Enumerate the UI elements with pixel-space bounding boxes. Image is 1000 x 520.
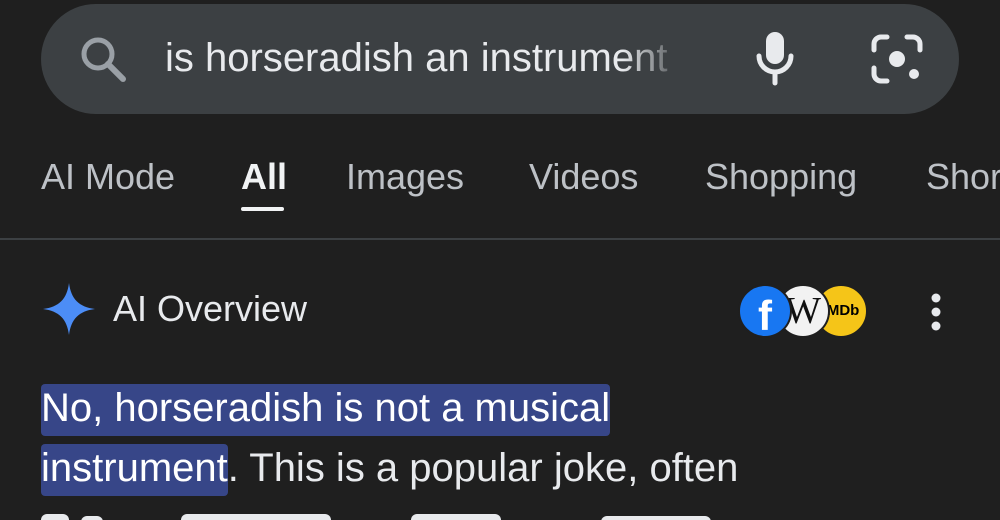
search-input[interactable]: is horseradish an instrument (165, 30, 685, 86)
tab-ai-mode[interactable]: AI Mode (41, 152, 175, 202)
ai-overview-answer: No, horseradish is not a musical instrum… (41, 378, 981, 498)
ai-overview-title: AI Overview (113, 288, 308, 329)
answer-text: . This is a popular joke, often (227, 446, 739, 490)
tab-shopping[interactable]: Shopping (705, 152, 857, 202)
source-icons[interactable]: f W IMDb (738, 284, 868, 338)
answer-highlight: No, horseradish is not a musical (41, 384, 611, 436)
microphone-icon[interactable] (752, 30, 798, 86)
more-options-icon[interactable] (920, 290, 952, 334)
divider (0, 238, 1000, 240)
tab-shorts[interactable]: Shor (926, 152, 1000, 202)
search-tabs: AI Mode All Images Videos Shopping Shor (0, 140, 1000, 220)
cut-off-text-line (41, 514, 711, 520)
ai-sparkle-icon (43, 283, 95, 335)
google-lens-icon[interactable] (870, 34, 924, 84)
search-icon[interactable] (78, 34, 128, 84)
active-tab-indicator (241, 207, 284, 211)
tab-all[interactable]: All (241, 152, 287, 202)
facebook-icon[interactable]: f (738, 284, 792, 338)
tab-images[interactable]: Images (346, 152, 464, 202)
tab-videos[interactable]: Videos (529, 152, 638, 202)
answer-highlight-continued: instrument (41, 444, 228, 496)
